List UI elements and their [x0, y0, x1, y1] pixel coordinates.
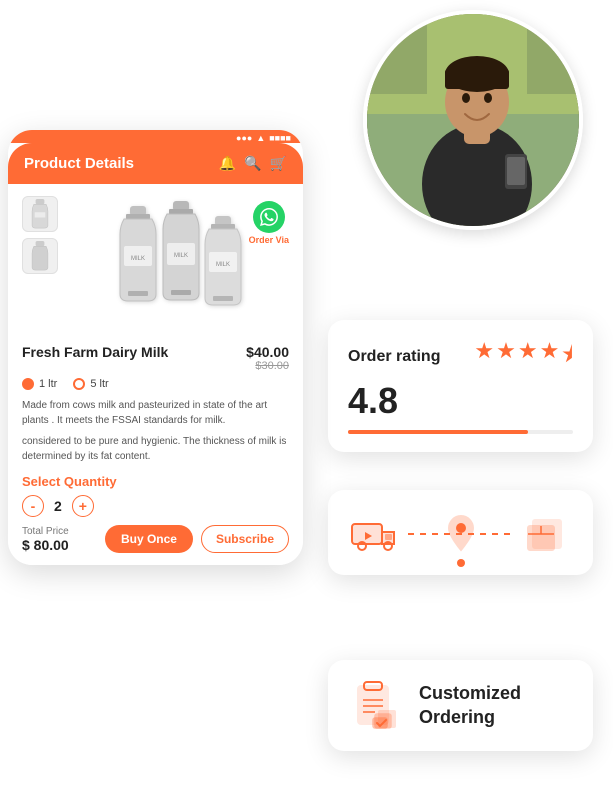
- qty-minus-button[interactable]: -: [22, 495, 44, 517]
- tracking-row: [348, 510, 573, 555]
- star-2: ★: [496, 338, 516, 376]
- truck-icon: [348, 510, 403, 555]
- cart-icon[interactable]: 🛒: [270, 155, 287, 172]
- status-bar: ●●● ▲ ■■■■: [8, 130, 303, 143]
- option-5ltr[interactable]: 5 ltr: [73, 378, 108, 390]
- total-row: Total Price $ 80.00 Buy Once Subscribe: [22, 525, 289, 553]
- subscribe-button[interactable]: Subscribe: [201, 525, 289, 553]
- person-image: [367, 14, 579, 226]
- bell-icon[interactable]: 🔔: [219, 155, 236, 172]
- thumbnail-list: [22, 196, 58, 274]
- tracking-progress-dot: [457, 559, 465, 567]
- tracking-card: [328, 490, 593, 575]
- radio-options: 1 ltr 5 ltr: [22, 378, 289, 390]
- phone-body: MILK MILK: [8, 184, 303, 565]
- total-price-block: Total Price $ 80.00: [22, 526, 69, 553]
- product-name: Fresh Farm Dairy Milk: [22, 344, 168, 360]
- option-1ltr[interactable]: 1 ltr: [22, 378, 57, 390]
- stars-row: ★ ★ ★ ★ ⯨: [474, 338, 573, 376]
- thumb-2[interactable]: [22, 238, 58, 274]
- star-half: ⯨: [561, 338, 573, 376]
- customized-ordering-card: Customized Ordering: [328, 660, 593, 751]
- option-1ltr-label: 1 ltr: [39, 378, 57, 390]
- header-icons: 🔔 🔍 🛒: [219, 155, 287, 172]
- pin-icon: [433, 510, 488, 555]
- total-label: Total Price: [22, 526, 69, 537]
- main-scene: ●●● ▲ ■■■■ Product Details 🔔 🔍 🛒: [0, 0, 613, 793]
- star-1: ★: [474, 338, 494, 376]
- star-3: ★: [518, 338, 538, 376]
- product-desc-1: Made from cows milk and pasteurized in s…: [22, 398, 289, 428]
- buy-once-button[interactable]: Buy Once: [105, 525, 193, 553]
- rating-score: 4.8: [348, 380, 573, 422]
- radio-1ltr-dot: [22, 378, 34, 390]
- main-product-image: MILK MILK: [68, 196, 289, 336]
- order-via-label: Order Via: [249, 235, 289, 245]
- search-icon[interactable]: 🔍: [244, 155, 261, 172]
- product-title-row: Fresh Farm Dairy Milk $40.00 $30.00: [22, 344, 289, 372]
- product-images-row: MILK MILK: [22, 196, 289, 336]
- thumb-1[interactable]: [22, 196, 58, 232]
- rating-card: Order rating ★ ★ ★ ★ ⯨ 4.8: [328, 320, 593, 452]
- radio-5ltr-dot: [73, 378, 85, 390]
- qty-plus-button[interactable]: +: [72, 495, 94, 517]
- total-amount: $ 80.00: [22, 537, 69, 553]
- product-desc-2: considered to be pure and hygienic. The …: [22, 434, 289, 464]
- whatsapp-badge[interactable]: Order Via: [249, 201, 289, 245]
- phone-card: ●●● ▲ ■■■■ Product Details 🔔 🔍 🛒: [8, 130, 303, 565]
- box-icon: [518, 510, 573, 555]
- customized-ordering-icon: [348, 678, 403, 733]
- rating-bar: [348, 430, 573, 434]
- rating-title: Order rating: [348, 348, 440, 366]
- whatsapp-icon[interactable]: [253, 201, 285, 233]
- qty-value-display: 2: [54, 498, 62, 514]
- phone-header-title: Product Details: [24, 155, 134, 172]
- quantity-row: - 2 +: [22, 495, 289, 517]
- svg-text:MILK: MILK: [130, 256, 144, 262]
- bottles-group: MILK MILK: [99, 196, 259, 336]
- old-price: $30.00: [246, 360, 289, 372]
- select-quantity-label: Select Quantity: [22, 474, 289, 489]
- price-block: $40.00 $30.00: [246, 344, 289, 372]
- customized-ordering-title: Customized Ordering: [419, 682, 573, 729]
- star-4: ★: [540, 338, 560, 376]
- rating-header: Order rating ★ ★ ★ ★ ⯨: [348, 338, 573, 376]
- svg-text:MILK: MILK: [173, 253, 187, 259]
- option-5ltr-label: 5 ltr: [90, 378, 108, 390]
- current-price: $40.00: [246, 344, 289, 360]
- svg-text:MILK: MILK: [215, 262, 229, 268]
- phone-header: Product Details 🔔 🔍 🛒: [8, 143, 303, 184]
- action-buttons: Buy Once Subscribe: [105, 525, 289, 553]
- rating-bar-fill: [348, 430, 528, 434]
- profile-photo: [363, 10, 583, 230]
